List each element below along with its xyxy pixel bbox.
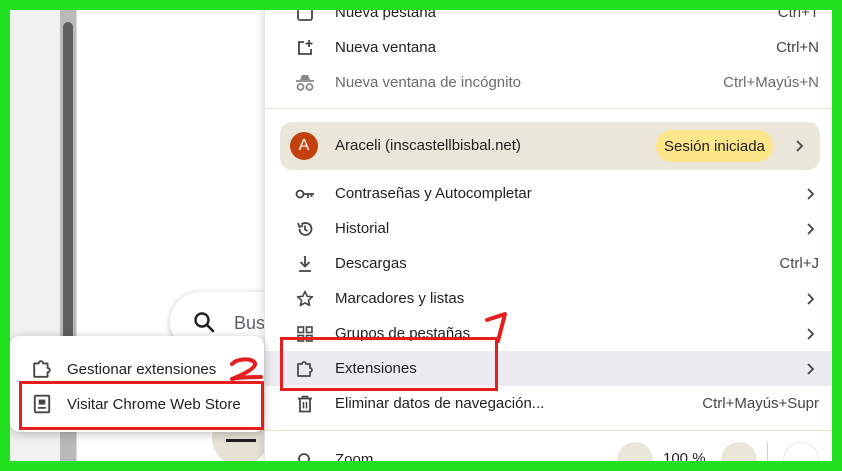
- menu-item-label: Nueva pestaña: [335, 10, 436, 21]
- menu-item-label: Nueva ventana de incógnito: [335, 74, 521, 91]
- star-icon: [295, 289, 315, 309]
- search-icon: [194, 312, 215, 333]
- zoom-out-button[interactable]: [617, 442, 653, 461]
- menu-item-label: Marcadores y listas: [335, 290, 465, 307]
- key-icon: [295, 184, 315, 204]
- menu-item-clear-data[interactable]: Eliminar datos de navegación... Ctrl+May…: [265, 386, 832, 421]
- menu-item-label: Contraseñas y Autocompletar: [335, 185, 532, 202]
- chevron-right-icon: [807, 362, 815, 375]
- history-icon: [295, 219, 315, 239]
- menu-item-shortcut: Ctrl+N: [776, 39, 819, 56]
- menu-separator: [265, 108, 832, 109]
- download-icon: [295, 254, 315, 274]
- profile-name: Araceli (inscastellbisbal.net): [335, 137, 521, 154]
- chevron-right-icon: [807, 292, 815, 305]
- menu-item-new-window[interactable]: Nueva ventana Ctrl+N: [265, 30, 832, 65]
- highlight-extensions: [280, 337, 498, 391]
- menu-item-label: Descargas: [335, 255, 407, 272]
- chrome-main-menu: Nueva pestaña Ctrl+T Nueva ventana Ctrl+…: [264, 10, 832, 461]
- menu-item-label: Eliminar datos de navegación...: [335, 395, 545, 412]
- chevron-right-icon: [807, 187, 815, 200]
- chevron-right-icon: [807, 222, 815, 235]
- extension-icon: [33, 360, 51, 378]
- menu-item-incognito[interactable]: Nueva ventana de incógnito Ctrl+Mayús+N: [265, 65, 832, 100]
- trash-icon: [295, 394, 315, 414]
- scrollbar-thumb[interactable]: [63, 22, 73, 352]
- menu-separator: [265, 430, 832, 431]
- zoom-controls: 100 %: [265, 442, 832, 461]
- menu-item-label: Nueva ventana: [335, 39, 436, 56]
- zoom-level: 100 %: [663, 450, 706, 461]
- chevron-right-icon: [796, 140, 804, 152]
- step-number-2-annotation: [230, 357, 263, 381]
- menu-item-label: Historial: [335, 220, 390, 237]
- menu-item-shortcut: Ctrl+Mayús+Supr: [702, 395, 819, 412]
- menu-item-passwords[interactable]: Contraseñas y Autocompletar: [265, 176, 832, 211]
- menu-item-downloads[interactable]: Descargas Ctrl+J: [265, 246, 832, 281]
- menu-item-shortcut: Ctrl+T: [777, 10, 819, 21]
- menu-item-shortcut: Ctrl+J: [779, 255, 819, 272]
- status-badge: Sesión iniciada: [656, 130, 773, 162]
- menu-item-shortcut: Ctrl+Mayús+N: [723, 74, 819, 91]
- submenu-item-label: Gestionar extensiones: [67, 361, 217, 378]
- avatar: A: [290, 132, 318, 160]
- step-number-1-annotation: [485, 312, 507, 343]
- profile-row[interactable]: A Araceli (inscastellbisbal.net) Sesión …: [280, 122, 820, 170]
- menu-item-bookmarks[interactable]: Marcadores y listas: [265, 281, 832, 316]
- fullscreen-button[interactable]: [783, 442, 819, 461]
- zoom-divider: [767, 442, 768, 461]
- menu-item-new-tab[interactable]: Nueva pestaña Ctrl+T: [265, 10, 832, 30]
- new-window-icon: [295, 38, 315, 58]
- new-tab-icon: [295, 10, 315, 23]
- zoom-in-button[interactable]: [721, 442, 757, 461]
- highlight-web-store: [19, 381, 264, 430]
- search-placeholder: Bus: [234, 313, 266, 333]
- screenshot-frame: Bus Nueva pestaña Ctrl+T Nueva ventana C…: [10, 10, 832, 461]
- chevron-right-icon: [807, 327, 815, 340]
- incognito-icon: [295, 73, 315, 93]
- menu-item-history[interactable]: Historial: [265, 211, 832, 246]
